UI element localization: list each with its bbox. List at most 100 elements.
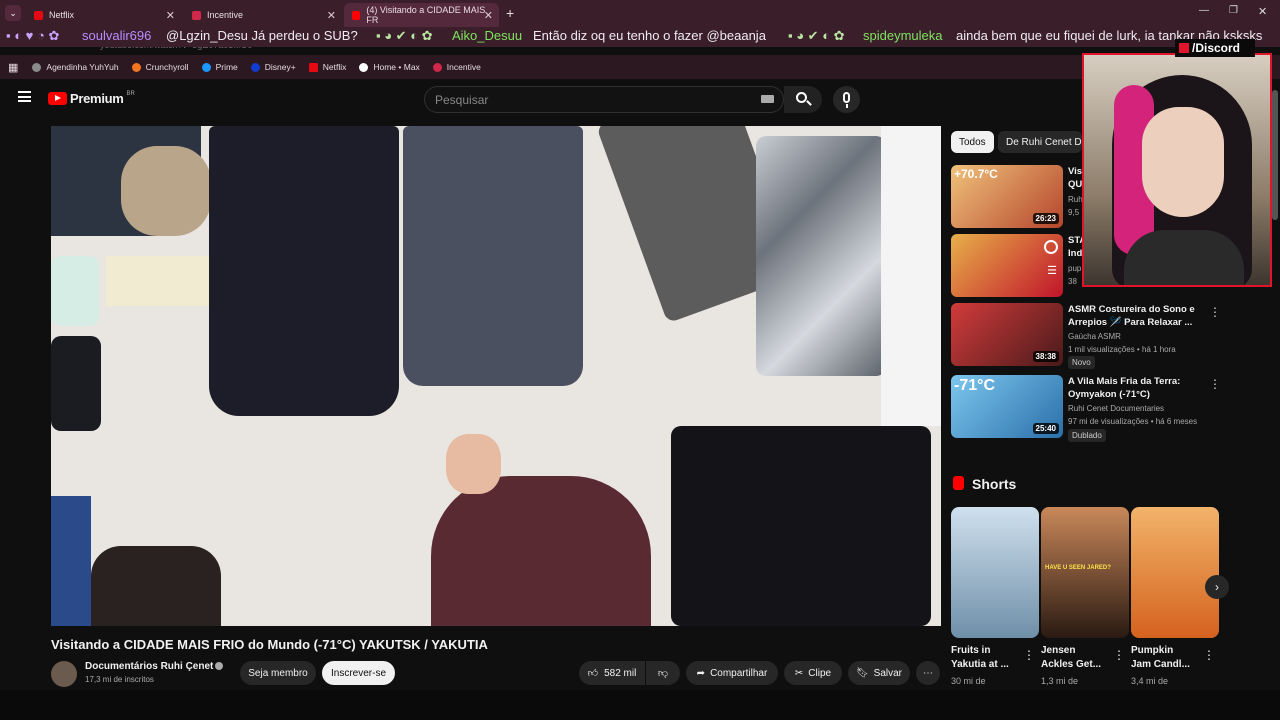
video-thumbnail[interactable]: +70.7°C 26:23	[951, 165, 1063, 228]
minimize-icon[interactable]: —	[1199, 5, 1209, 16]
bookmark-max[interactable]: Home • Max	[359, 62, 420, 72]
keyboard-icon[interactable]	[761, 95, 774, 103]
more-options-icon[interactable]: ⋮	[1209, 377, 1221, 391]
tab-list-dropdown-icon[interactable]: ⌄	[5, 5, 21, 21]
chat-badges: ▪ ◐ ♥ ◔ ✿	[6, 28, 60, 43]
close-tab-icon[interactable]: ✕	[166, 9, 175, 22]
more-options-icon[interactable]: ⋮	[1203, 648, 1215, 662]
region-label: BR	[126, 90, 135, 97]
view-count: 9,5	[1068, 208, 1080, 217]
share-label: Compartilhar	[710, 667, 768, 679]
page-scrollbar[interactable]	[1272, 90, 1278, 220]
short-thumbnail[interactable]	[1131, 507, 1219, 638]
discord-text: /Discord	[1192, 41, 1241, 55]
video-title: Visitando a CIDADE MAIS FRIO do Mundo (-…	[51, 637, 488, 652]
menu-icon[interactable]	[18, 91, 31, 102]
chat-username: soulvalir696	[82, 28, 152, 43]
add-to-queue-icon[interactable]: ☰	[1047, 264, 1057, 277]
close-window-icon[interactable]: ✕	[1258, 5, 1267, 18]
tab-youtube[interactable]: (4) Visitando a CIDADE MAIS FR ✕	[344, 3, 499, 27]
streamer-shirt	[1124, 230, 1244, 285]
chat-username: spideymuleka	[863, 28, 943, 43]
bookmark-favicon-icon	[32, 62, 42, 72]
new-badge: Novo	[1068, 356, 1095, 369]
scissors-icon: ✂	[794, 667, 804, 679]
short-views: 1,3 mi de	[1041, 676, 1079, 686]
close-tab-icon[interactable]: ✕	[484, 9, 493, 22]
netflix-icon	[308, 62, 318, 72]
save-button[interactable]: 🔖︎ Salvar	[848, 661, 910, 685]
video-thumbnail[interactable]: -71°C 25:40	[951, 375, 1063, 438]
close-tab-icon[interactable]: ✕	[327, 9, 336, 22]
like-button[interactable]: 👍︎ 582 mil	[579, 661, 645, 685]
black-sweater-item	[209, 126, 399, 416]
bookmark-prime[interactable]: Prime	[201, 62, 238, 72]
short-thumbnail[interactable]: HAVE U SEEN JARED?	[1041, 507, 1129, 638]
dislike-button[interactable]: 👎︎	[646, 661, 680, 685]
channel-name: Ruhi Cenet Documentaries	[1068, 404, 1165, 413]
share-button[interactable]: ➦ Compartilhar	[686, 661, 778, 685]
black-jacket-item	[671, 426, 931, 626]
bookmark-disney[interactable]: Disney+	[250, 62, 296, 72]
shorts-heading: Shorts	[972, 476, 1017, 492]
chip-channel[interactable]: De Ruhi Cenet Doc	[998, 131, 1082, 153]
channel-name: Gaúcha ASMR	[1068, 332, 1121, 341]
view-count: 38	[1068, 277, 1077, 286]
clip-button[interactable]: ✂ Clipe	[784, 661, 842, 685]
more-options-icon[interactable]: ⋮	[1023, 648, 1035, 662]
short-views: 30 mi de	[951, 676, 986, 686]
tab-netflix[interactable]: Netflix ✕	[26, 3, 181, 27]
chat-username: Aiko_Desuu	[452, 28, 523, 43]
video-thumbnail[interactable]: ☰	[951, 234, 1063, 297]
bottom-strip	[0, 690, 1280, 720]
logo-text: Premium	[70, 91, 124, 106]
more-actions-button[interactable]: ⋯	[916, 661, 940, 685]
more-options-icon[interactable]: ⋮	[1209, 305, 1221, 319]
gloves-item	[51, 336, 101, 431]
voice-search-button[interactable]	[833, 86, 860, 113]
search-button[interactable]	[784, 86, 822, 113]
search-input[interactable]: Pesquisar	[424, 86, 784, 113]
webcam-overlay	[1082, 53, 1272, 287]
bookmark-label: Netflix	[322, 62, 347, 72]
youtube-play-icon	[48, 92, 67, 105]
bookmark-incentive[interactable]: Incentive	[432, 62, 481, 72]
bookmark-agendinha[interactable]: Agendinha YuhYuh	[32, 62, 119, 72]
watch-later-icon[interactable]	[1044, 240, 1058, 254]
channel-name: pup	[1068, 264, 1082, 273]
white-jacket-item	[881, 126, 941, 426]
browser-tab-strip: ⌄ Netflix ✕ Incentive ✕ (4) Visitando a CI…	[0, 0, 1280, 27]
tab-label: Netflix	[49, 10, 75, 20]
related-video[interactable]: 38:38 ASMR Costureira do Sono e Arrepios …	[951, 303, 1221, 369]
chat-badges: ▪ ◕ ✔ ◐ ✿	[376, 28, 433, 43]
join-button[interactable]: Seja membro	[240, 661, 316, 685]
new-tab-button[interactable]: +	[506, 5, 514, 21]
channel-name: Ruh	[1068, 195, 1083, 204]
chip-all[interactable]: Todos	[951, 131, 994, 153]
restore-icon[interactable]: ❐	[1229, 5, 1238, 16]
channel-name[interactable]: Documentários Ruhi Çenet	[85, 661, 213, 672]
duration-badge: 25:40	[1032, 423, 1059, 434]
bookmark-netflix[interactable]: Netflix	[308, 62, 347, 72]
youtube-logo[interactable]: Premium BR	[48, 91, 135, 106]
bookmark-crunchyroll[interactable]: Crunchyroll	[131, 62, 189, 72]
short-thumbnail[interactable]	[951, 507, 1039, 638]
video-player[interactable]	[51, 126, 941, 626]
person-arm	[431, 476, 651, 626]
chat-message: @Lgzin_Desu Já perdeu o SUB?	[166, 28, 358, 43]
incentive-favicon-icon	[192, 10, 201, 20]
duration-badge: 38:38	[1032, 351, 1059, 362]
disney-icon	[250, 62, 260, 72]
streamer-face	[1142, 107, 1224, 217]
subscribe-button[interactable]: Inscrever-se	[322, 661, 395, 685]
apps-grid-icon[interactable]: ▦	[8, 61, 18, 74]
short-title: Jensen Ackles Get...	[1041, 645, 1102, 670]
share-icon: ➦	[696, 667, 706, 679]
video-thumbnail[interactable]: 38:38	[951, 303, 1063, 366]
channel-avatar[interactable]	[51, 661, 77, 687]
next-arrow-button[interactable]: ›	[1205, 575, 1229, 599]
related-video[interactable]: -71°C 25:40 A Vila Mais Fria da Terra: Oym…	[951, 375, 1221, 442]
more-options-icon[interactable]: ⋮	[1113, 648, 1125, 662]
tab-incentive[interactable]: Incentive ✕	[184, 3, 342, 27]
like-count: 582 mil	[604, 667, 637, 679]
